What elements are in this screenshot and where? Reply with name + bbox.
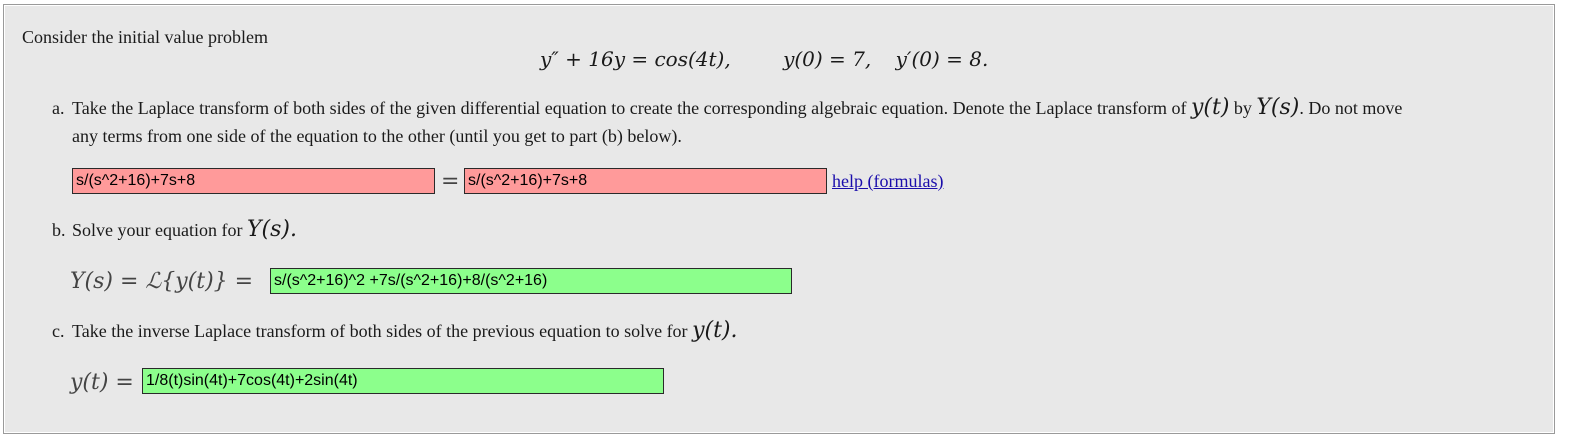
part-a-by: by bbox=[1233, 98, 1252, 118]
problem-panel: Consider the initial value problem y″ + … bbox=[3, 4, 1555, 434]
part-a-y-of-t: y(t) bbox=[1190, 95, 1230, 120]
ivp-equation: y″ + 16y = cos(4t), y(0) = 7, y′(0) = 8. bbox=[540, 47, 988, 71]
y-of-t-answer-input[interactable]: 1/8(t)sin(4t)+7cos(4t)+2sin(4t) bbox=[142, 368, 664, 394]
part-a-text-end: . Do not move bbox=[1299, 98, 1403, 118]
ivp-initial-condition-1: y(0) = 7, bbox=[783, 47, 872, 71]
ivp-ode: y″ + 16y = cos(4t), bbox=[540, 47, 731, 71]
problem-intro: Consider the initial value problem bbox=[22, 27, 268, 47]
part-c-marker: c. bbox=[52, 321, 65, 341]
part-c-y-expression: y(t) = bbox=[70, 370, 134, 395]
part-b-Y-of-s: Y(s). bbox=[246, 217, 297, 242]
help-formulas-link[interactable]: help (formulas) bbox=[832, 171, 943, 192]
part-a-Y-of-s: Y(s) bbox=[1256, 95, 1300, 120]
part-c-instructions: Take the inverse Laplace transform of bo… bbox=[72, 318, 738, 343]
part-b-instructions: Solve your equation for Y(s). bbox=[72, 217, 297, 242]
Y-of-s-answer-input[interactable]: s/(s^2+16)^2 +7s/(s^2+16)+8/(s^2+16) bbox=[270, 268, 792, 294]
part-b-marker: b. bbox=[52, 220, 66, 240]
part-a-instructions: Take the Laplace transform of both sides… bbox=[72, 95, 1403, 120]
part-a-marker: a. bbox=[52, 98, 65, 118]
part-c-text: Take the inverse Laplace transform of bo… bbox=[72, 321, 688, 341]
part-b-text: Solve your equation for bbox=[72, 220, 243, 240]
part-c-y-of-t: y(t). bbox=[692, 318, 738, 343]
part-b-laplace-expression: Y(s) = ℒ{y(t)} = bbox=[70, 269, 254, 294]
laplace-rhs-input[interactable]: s/(s^2+16)+7s+8 bbox=[464, 168, 827, 194]
part-a-text: Take the Laplace transform of both sides… bbox=[72, 98, 1187, 118]
equals-sign: = bbox=[441, 169, 460, 194]
part-a-instructions-line-2: any terms from one side of the equation … bbox=[72, 126, 682, 146]
laplace-lhs-input[interactable]: s/(s^2+16)+7s+8 bbox=[72, 168, 435, 194]
ivp-initial-condition-2: y′(0) = 8. bbox=[895, 47, 989, 71]
